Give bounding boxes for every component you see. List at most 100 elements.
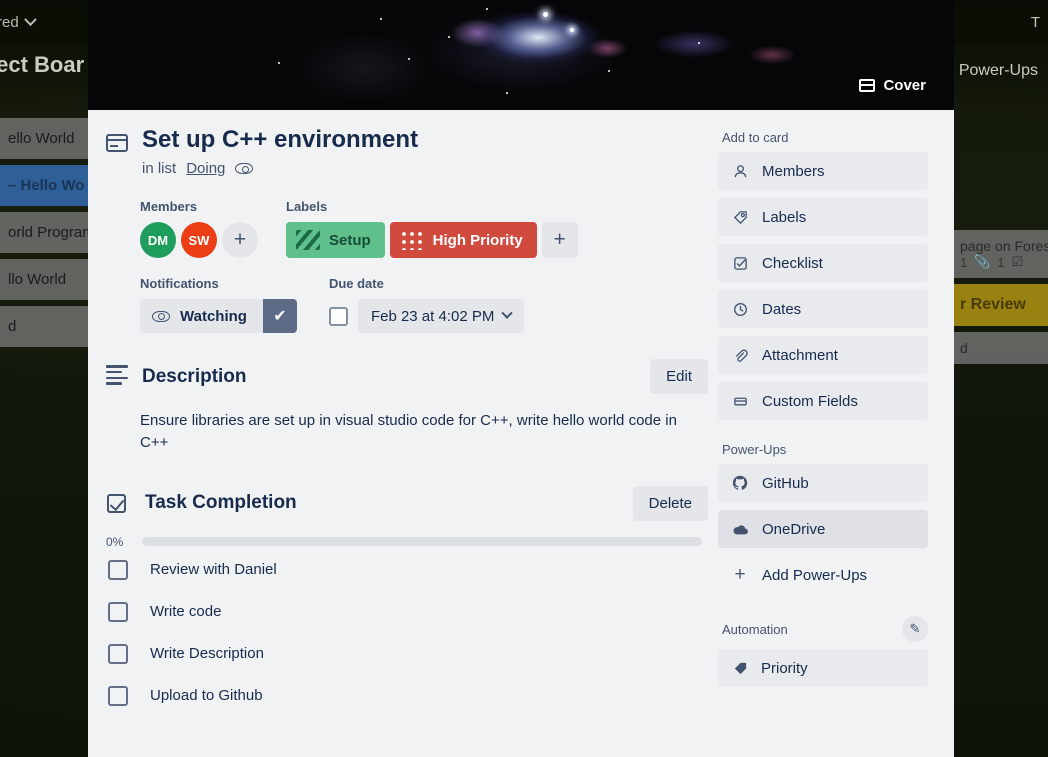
description-body[interactable]: Ensure libraries are set up in visual st…	[140, 410, 708, 454]
fields-icon	[731, 394, 749, 409]
page-title: Set up C++ environment	[142, 126, 419, 153]
add-member-button[interactable]: +	[222, 222, 258, 259]
background-board-title: ject Boar	[0, 52, 85, 77]
cloud-icon	[731, 523, 749, 536]
background-powerups-button[interactable]: Power-Ups	[959, 62, 1038, 80]
card-breadcrumb: in list Doing	[142, 160, 418, 177]
eye-icon[interactable]	[235, 163, 254, 175]
background-card[interactable]: page on Fores 1 📎 1 ☑	[954, 230, 1048, 278]
star	[543, 12, 548, 17]
cover-button-label: Cover	[883, 77, 926, 94]
card-icon	[106, 134, 128, 152]
background-card[interactable]: llo World	[0, 259, 88, 300]
sidebar-item-custom-fields[interactable]: Custom Fields	[718, 382, 928, 420]
notifications-heading: Notifications	[140, 276, 219, 292]
checklist-item[interactable]: Write Description	[106, 633, 708, 675]
label-chip-high-priority[interactable]: High Priority	[389, 222, 537, 259]
sidebar-item-onedrive[interactable]: OneDrive	[718, 510, 928, 548]
label-chip-setup[interactable]: Setup	[286, 222, 385, 259]
checklist-item-label: Upload to Github	[150, 687, 263, 705]
cover-button[interactable]: Cover	[853, 74, 932, 97]
sidebar-item-label: Checklist	[762, 254, 823, 272]
checklist-item-checkbox[interactable]	[108, 559, 128, 580]
background-card-label: r Review	[954, 284, 1048, 326]
due-date-button[interactable]: Feb 23 at 4:02 PM	[357, 299, 525, 334]
member-avatar-list: DM SW +	[140, 222, 258, 259]
sidebar-item-attachment[interactable]: Attachment	[718, 336, 928, 374]
checklist-items: Review with Daniel Write code Write Desc…	[106, 549, 708, 717]
sidebar-item-github[interactable]: GitHub	[718, 464, 928, 502]
sidebar-item-members[interactable]: Members	[718, 152, 928, 190]
checklist-header: Task Completion Delete	[106, 485, 708, 521]
sidebar-item-label: Labels	[762, 208, 807, 226]
background-starred-label: rred	[0, 13, 19, 31]
background-topbar-right-label: T	[1030, 13, 1040, 31]
members-heading: Members	[140, 199, 198, 215]
add-power-ups-button[interactable]: + Add Power-Ups	[718, 556, 928, 594]
star	[408, 58, 410, 60]
add-label-button[interactable]: +	[541, 222, 578, 259]
attachment-count: 1	[997, 254, 1005, 270]
sidebar-item-label: Members	[762, 162, 825, 180]
background-left-list: ello World – Hello Wo orld Program llo W…	[0, 118, 88, 353]
due-date-checkbox[interactable]	[328, 306, 348, 326]
watching-check-button[interactable]: ✔	[262, 299, 297, 334]
sidebar-item-label: Attachment	[762, 346, 838, 364]
description-section: Description Edit Ensure libraries are se…	[106, 359, 708, 454]
label-text: Setup	[329, 231, 371, 249]
star	[506, 92, 508, 94]
automation-item-priority[interactable]: Priority	[718, 649, 928, 687]
background-card-selected[interactable]: – Hello Wo	[0, 165, 88, 206]
checklist-item[interactable]: Upload to Github	[106, 675, 708, 717]
due-date-row: Feb 23 at 4:02 PM	[328, 299, 525, 334]
star	[278, 62, 280, 64]
delete-checklist-button[interactable]: Delete	[632, 485, 708, 521]
sidebar-item-labels[interactable]: Labels	[718, 198, 928, 236]
background-starred-menu[interactable]: rred	[0, 12, 37, 31]
checklist-progress: 0%	[106, 535, 708, 549]
avatar[interactable]: DM	[140, 222, 176, 259]
automation-header: Automation ✎	[722, 616, 928, 642]
card-cover-image: Cover	[88, 0, 954, 110]
in-list-label: in list	[142, 160, 177, 178]
due-date-heading: Due date	[328, 276, 384, 292]
checklist-item[interactable]: Write code	[106, 591, 708, 633]
notifications-section: Notifications Watching ✔	[140, 276, 297, 334]
checklist-section: Task Completion Delete 0% Review with Da…	[106, 485, 708, 717]
background-card[interactable]: orld Program	[0, 212, 88, 253]
label-text: High Priority	[432, 231, 523, 249]
sidebar-item-checklist[interactable]: Checklist	[718, 244, 928, 282]
github-icon	[731, 475, 749, 491]
cover-icon	[859, 79, 876, 92]
list-name-link[interactable]: Doing	[186, 160, 225, 177]
edit-description-button[interactable]: Edit	[650, 359, 708, 395]
watching-toggle[interactable]: Watching ✔	[140, 299, 297, 334]
description-icon	[106, 365, 128, 388]
sidebar-item-label: OneDrive	[762, 520, 826, 538]
star	[698, 42, 700, 44]
pencil-icon[interactable]: ✎	[902, 616, 928, 642]
add-to-card-heading: Add to card	[722, 130, 789, 145]
members-labels-row: Members DM SW + Labels Setup High Priori…	[140, 199, 708, 259]
avatar[interactable]: SW	[181, 222, 217, 259]
checklist-item-label: Write Description	[150, 645, 264, 663]
power-ups-heading: Power-Ups	[722, 442, 787, 457]
card-detail-modal: Cover Set up C++ environment in list Doi…	[88, 0, 954, 757]
checklist-item[interactable]: Review with Daniel	[106, 549, 708, 591]
checklist-item-checkbox[interactable]	[108, 601, 128, 622]
checklist-item-checkbox[interactable]	[108, 643, 128, 664]
tag-icon	[731, 210, 749, 225]
star	[608, 70, 610, 72]
paperclip-icon	[731, 348, 749, 363]
eye-icon	[152, 310, 170, 322]
background-card[interactable]: ello World	[0, 118, 88, 159]
background-card[interactable]: d	[954, 332, 1048, 364]
checklist-heading: Task Completion	[145, 492, 297, 514]
add-power-ups-label: Add Power-Ups	[762, 566, 868, 584]
checklist-item-label: Review with Daniel	[150, 561, 277, 579]
sidebar-item-dates[interactable]: Dates	[718, 290, 928, 328]
checklist-item-checkbox[interactable]	[108, 685, 128, 706]
members-section: Members DM SW +	[140, 199, 258, 259]
background-card[interactable]: d	[0, 306, 88, 347]
sidebar-item-label: Custom Fields	[762, 392, 858, 410]
